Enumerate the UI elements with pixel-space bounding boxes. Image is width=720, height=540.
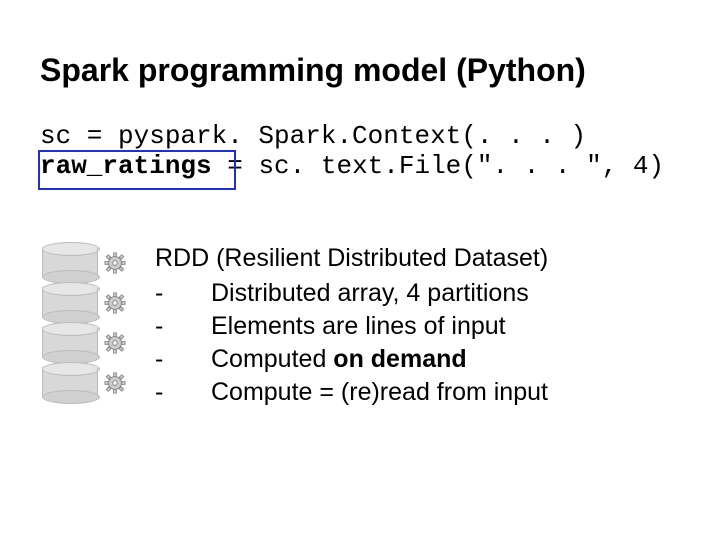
db-partition: [42, 282, 98, 322]
code-line-2-rest: = sc. text.File(". . . ", 4): [212, 151, 664, 181]
gear-icon: [104, 332, 126, 354]
bullet-list: RDD (Resilient Distributed Dataset) -Dis…: [155, 242, 548, 409]
gear-icon: [104, 372, 126, 394]
partition-diagram: [42, 242, 98, 402]
bullet-item: -Distributed array, 4 partitions: [155, 277, 548, 310]
bullet-item: -Elements are lines of input: [155, 310, 548, 343]
db-partition: [42, 242, 98, 282]
db-partition: [42, 362, 98, 402]
bullet-heading: RDD (Resilient Distributed Dataset): [155, 242, 548, 275]
slide-title: Spark programming model (Python): [40, 52, 586, 89]
bullet-item: -Compute = (re)read from input: [155, 376, 548, 409]
gear-icon: [104, 252, 126, 274]
bullet-item: -Computed on demand: [155, 343, 548, 376]
highlight-box: [38, 150, 236, 190]
db-partition: [42, 322, 98, 362]
gear-icon: [104, 292, 126, 314]
code-line-1: sc = pyspark. Spark.Context(. . . ): [40, 121, 586, 151]
